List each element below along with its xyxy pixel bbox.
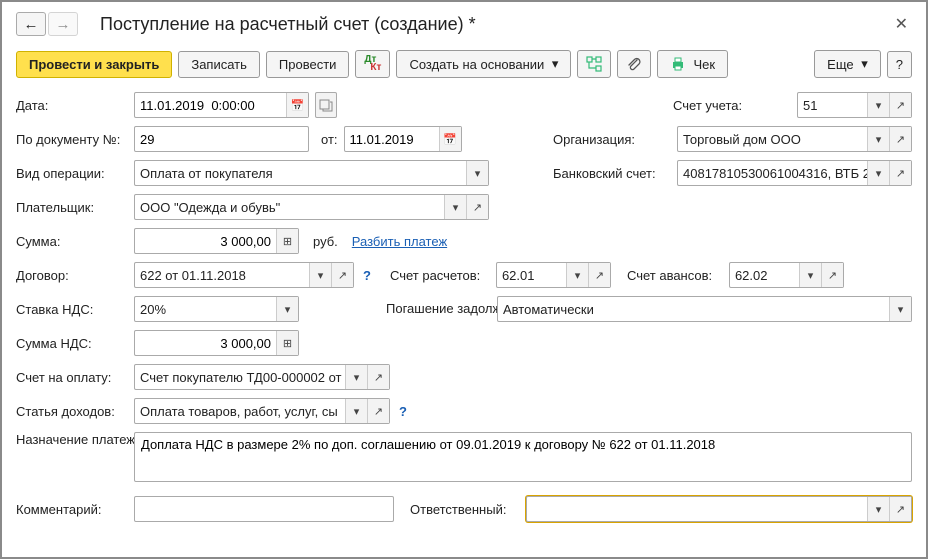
- purpose-textarea[interactable]: [134, 432, 912, 482]
- printer-icon: [670, 56, 686, 72]
- create-based-on-label: Создать на основании: [409, 57, 544, 72]
- responsible-open-icon[interactable]: ↗: [889, 497, 911, 521]
- label-optype: Вид операции:: [16, 166, 128, 181]
- invoice-input[interactable]: Счет покупателю ТД00-000002 от 1: [135, 365, 345, 389]
- label-settleacc: Счет расчетов:: [390, 268, 490, 283]
- hierarchy-icon: [586, 56, 602, 72]
- label-debtrepay: Погашение задолженности:: [386, 301, 491, 317]
- advacc-dropdown-icon[interactable]: ▾: [799, 263, 821, 287]
- optype-input[interactable]: Оплата от покупателя: [135, 161, 466, 185]
- label-payer: Плательщик:: [16, 200, 128, 215]
- advacc-open-icon[interactable]: ↗: [821, 263, 843, 287]
- label-ot: от:: [321, 132, 338, 147]
- label-vatsum: Сумма НДС:: [16, 336, 128, 351]
- save-button[interactable]: Записать: [178, 51, 260, 78]
- label-date: Дата:: [16, 98, 128, 113]
- bankacc-open-icon[interactable]: ↗: [889, 161, 911, 185]
- sum-input[interactable]: [135, 229, 276, 253]
- label-income-item: Статья доходов:: [16, 404, 128, 419]
- debtrepay-input[interactable]: Автоматически: [498, 297, 889, 321]
- income-item-open-icon[interactable]: ↗: [367, 399, 389, 423]
- toolbar: Провести и закрыть Записать Провести ДтК…: [16, 50, 912, 78]
- settleacc-input[interactable]: 62.01: [497, 263, 566, 287]
- date-input[interactable]: [135, 93, 286, 117]
- date-open-button[interactable]: [315, 92, 337, 118]
- label-responsible: Ответственный:: [410, 502, 520, 517]
- vatsum-input[interactable]: [135, 331, 276, 355]
- post-button[interactable]: Провести: [266, 51, 350, 78]
- help-button[interactable]: ?: [887, 51, 912, 78]
- vatrate-dropdown-icon[interactable]: ▾: [276, 297, 298, 321]
- structure-button[interactable]: [577, 50, 611, 78]
- attach-button[interactable]: [617, 50, 651, 78]
- payer-open-icon[interactable]: ↗: [466, 195, 488, 219]
- check-button[interactable]: Чек: [657, 50, 728, 78]
- settleacc-dropdown-icon[interactable]: ▾: [566, 263, 588, 287]
- optype-dropdown-icon[interactable]: ▾: [466, 161, 488, 185]
- account-input[interactable]: 51: [798, 93, 867, 117]
- debtrepay-dropdown-icon[interactable]: ▾: [889, 297, 911, 321]
- label-advacc: Счет авансов:: [627, 268, 723, 283]
- settleacc-open-icon[interactable]: ↗: [588, 263, 610, 287]
- label-invoice: Счет на оплату:: [16, 370, 128, 385]
- invoice-open-icon[interactable]: ↗: [367, 365, 389, 389]
- dtkt-button[interactable]: ДтКт: [355, 50, 390, 78]
- post-and-close-button[interactable]: Провести и закрыть: [16, 51, 172, 78]
- label-comment: Комментарий:: [16, 502, 128, 517]
- page-title: Поступление на расчетный счет (создание)…: [100, 14, 891, 35]
- contract-input[interactable]: 622 от 01.11.2018: [135, 263, 309, 287]
- income-item-help-icon[interactable]: ?: [396, 404, 410, 419]
- vatrate-input[interactable]: 20%: [135, 297, 276, 321]
- split-payment-link[interactable]: Разбить платеж: [352, 234, 447, 249]
- docnum-input[interactable]: [135, 127, 308, 151]
- org-dropdown-icon[interactable]: ▾: [867, 127, 889, 151]
- account-open-icon[interactable]: ↗: [889, 93, 911, 117]
- income-item-dropdown-icon[interactable]: ▾: [345, 399, 367, 423]
- check-label: Чек: [693, 57, 715, 72]
- advacc-input[interactable]: 62.02: [730, 263, 799, 287]
- contract-dropdown-icon[interactable]: ▾: [309, 263, 331, 287]
- label-sum: Сумма:: [16, 234, 128, 249]
- label-bankacc: Банковский счет:: [553, 166, 671, 181]
- account-dropdown-icon[interactable]: ▾: [867, 93, 889, 117]
- label-vatrate: Ставка НДС:: [16, 302, 128, 317]
- more-label: Еще: [827, 57, 853, 72]
- responsible-dropdown-icon[interactable]: ▾: [867, 497, 889, 521]
- payer-input[interactable]: ООО "Одежда и обувь": [135, 195, 444, 219]
- contract-open-icon[interactable]: ↗: [331, 263, 353, 287]
- docdate-calendar-icon[interactable]: 📅: [439, 127, 461, 151]
- contract-help-icon[interactable]: ?: [360, 268, 374, 283]
- payer-dropdown-icon[interactable]: ▾: [444, 195, 466, 219]
- label-account: Счет учета:: [673, 98, 791, 113]
- docdate-input[interactable]: [345, 127, 439, 151]
- label-docnum: По документу №:: [16, 132, 128, 147]
- org-input[interactable]: Торговый дом ООО: [678, 127, 867, 151]
- comment-input[interactable]: [135, 497, 393, 521]
- vatsum-calc-icon[interactable]: ⊞: [276, 331, 298, 355]
- create-based-on-button[interactable]: Создать на основании ▾: [396, 50, 571, 78]
- responsible-input[interactable]: [527, 497, 867, 521]
- paperclip-icon: [626, 56, 642, 72]
- label-org: Организация:: [553, 132, 671, 147]
- nav-back-button[interactable]: ←: [16, 12, 46, 36]
- label-contract: Договор:: [16, 268, 128, 283]
- more-button[interactable]: Еще ▾: [814, 50, 881, 78]
- org-open-icon[interactable]: ↗: [889, 127, 911, 151]
- sum-calc-icon[interactable]: ⊞: [276, 229, 298, 253]
- bankacc-input[interactable]: 40817810530061004316, ВТБ 24 (ПАО): [678, 161, 867, 185]
- close-icon[interactable]: ✕: [891, 10, 912, 38]
- open-icon: [318, 97, 334, 113]
- income-item-input[interactable]: Оплата товаров, работ, услуг, сы: [135, 399, 345, 423]
- bankacc-dropdown-icon[interactable]: ▾: [867, 161, 889, 185]
- invoice-dropdown-icon[interactable]: ▾: [345, 365, 367, 389]
- label-rub: руб.: [313, 234, 338, 249]
- nav-forward-button: →: [48, 12, 78, 36]
- label-purpose: Назначение платежа:: [16, 432, 128, 449]
- calendar-icon[interactable]: 📅: [286, 93, 308, 117]
